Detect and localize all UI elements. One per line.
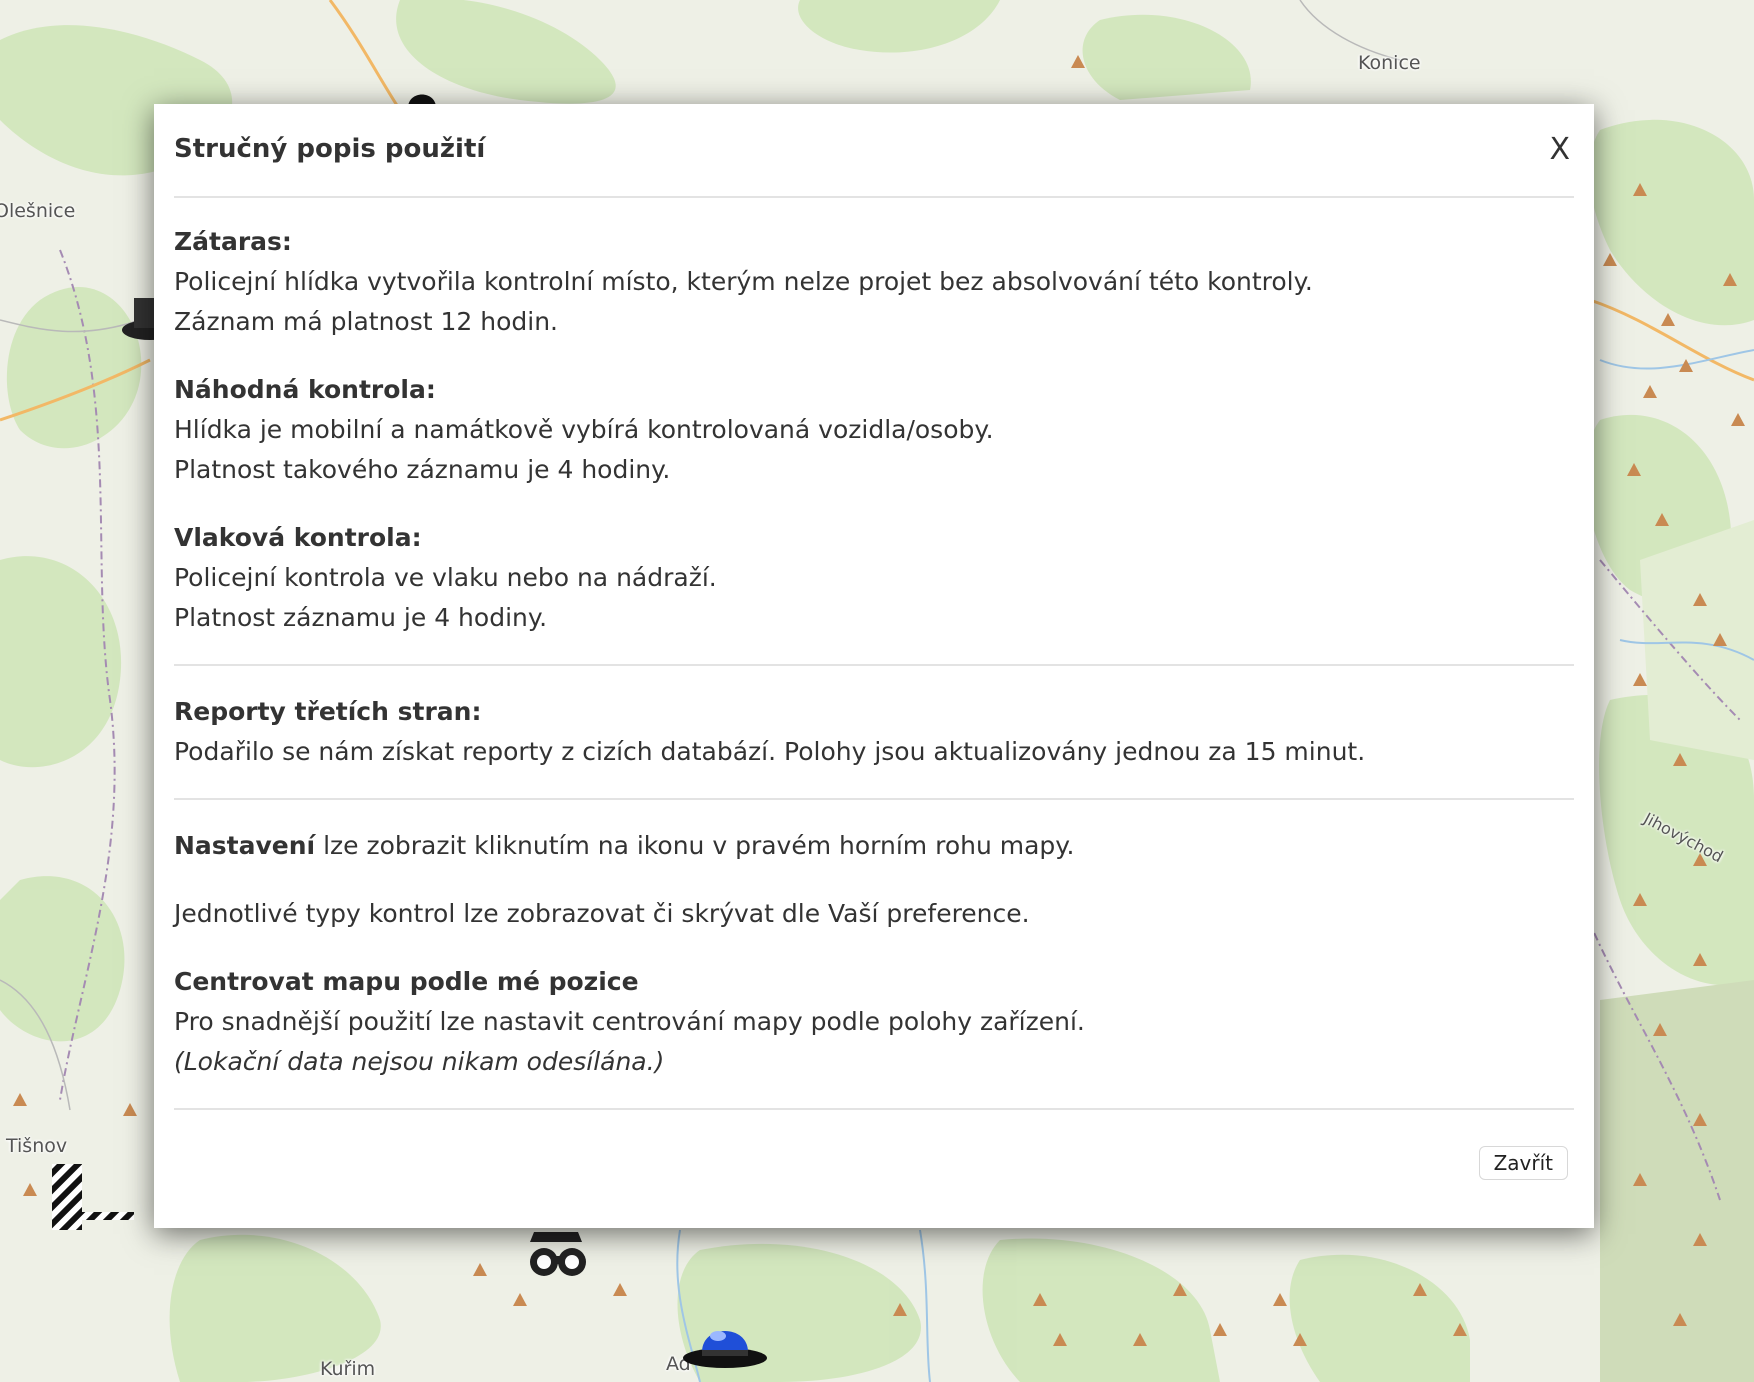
help-item-title: Vlaková kontrola: bbox=[174, 523, 422, 552]
help-item-third-party-reports: Reporty třetích stran: Podařilo se nám z… bbox=[174, 692, 1574, 772]
police-beacon-icon[interactable] bbox=[680, 1310, 770, 1370]
binoculars-patrol-icon[interactable] bbox=[526, 1222, 606, 1282]
settings-bold-label: Nastavení bbox=[174, 831, 316, 860]
control-types-section: Zátaras: Policejní hlídka vytvořila kont… bbox=[174, 198, 1574, 664]
help-item-line: Podařilo se nám získat reporty z cizích … bbox=[174, 737, 1366, 766]
modal-body: Zátaras: Policejní hlídka vytvořila kont… bbox=[174, 198, 1574, 1110]
map-label-kurim: Kuřim bbox=[320, 1358, 376, 1380]
help-item-line: Policejní kontrola ve vlaku nebo na nádr… bbox=[174, 563, 717, 592]
help-item-line: Platnost takového záznamu je 4 hodiny. bbox=[174, 455, 671, 484]
modal-close-x-button[interactable]: X bbox=[1543, 130, 1576, 169]
modal-footer: Zavřít bbox=[174, 1122, 1574, 1228]
close-button[interactable]: Zavřít bbox=[1478, 1146, 1568, 1180]
help-item-title: Reporty třetích stran: bbox=[174, 697, 482, 726]
footer-divider bbox=[174, 1108, 1574, 1110]
usage-help-modal: Stručný popis použití X Zátaras: Policej… bbox=[154, 104, 1594, 1228]
center-map-text: Pro snadnější použití lze nastavit centr… bbox=[174, 1007, 1085, 1036]
help-item-line: Platnost záznamu je 4 hodiny. bbox=[174, 603, 548, 632]
help-item-title: Náhodná kontrola: bbox=[174, 375, 436, 404]
center-map-help: Centrovat mapu podle mé pozice Pro snadn… bbox=[174, 962, 1574, 1082]
center-map-title: Centrovat mapu podle mé pozice bbox=[174, 967, 639, 996]
help-item-line: Policejní hlídka vytvořila kontrolní mís… bbox=[174, 267, 1313, 296]
roadblock-barrier-icon[interactable] bbox=[44, 1160, 134, 1240]
settings-paragraph: Nastavení lze zobrazit kliknutím na ikon… bbox=[174, 826, 1574, 866]
help-item-vlakova-kontrola: Vlaková kontrola: Policejní kontrola ve … bbox=[174, 518, 1574, 638]
help-item-line: Hlídka je mobilní a namátkově vybírá kon… bbox=[174, 415, 994, 444]
help-item-line: Záznam má platnost 12 hodin. bbox=[174, 307, 559, 336]
settings-text: lze zobrazit kliknutím na ikonu v pravém… bbox=[315, 831, 1075, 860]
control-types-visibility-text: Jednotlivé typy kontrol lze zobrazovat č… bbox=[174, 899, 1030, 928]
settings-section: Nastavení lze zobrazit kliknutím na ikon… bbox=[174, 800, 1574, 1108]
modal-header: Stručný popis použití X bbox=[174, 104, 1574, 198]
third-party-section: Reporty třetích stran: Podařilo se nám z… bbox=[174, 666, 1574, 798]
map-label-konice: Konice bbox=[1358, 52, 1421, 74]
modal-title: Stručný popis použití bbox=[174, 134, 486, 164]
center-map-note: (Lokační data nejsou nikam odesílána.) bbox=[174, 1047, 665, 1076]
map-label-tisnov: Tišnov bbox=[6, 1135, 68, 1157]
help-item-title: Zátaras: bbox=[174, 227, 292, 256]
help-item-zataras: Zátaras: Policejní hlídka vytvořila kont… bbox=[174, 222, 1574, 342]
map-label-olesnice: Olešnice bbox=[0, 200, 76, 222]
help-item-nahodna-kontrola: Náhodná kontrola: Hlídka je mobilní a na… bbox=[174, 370, 1574, 490]
